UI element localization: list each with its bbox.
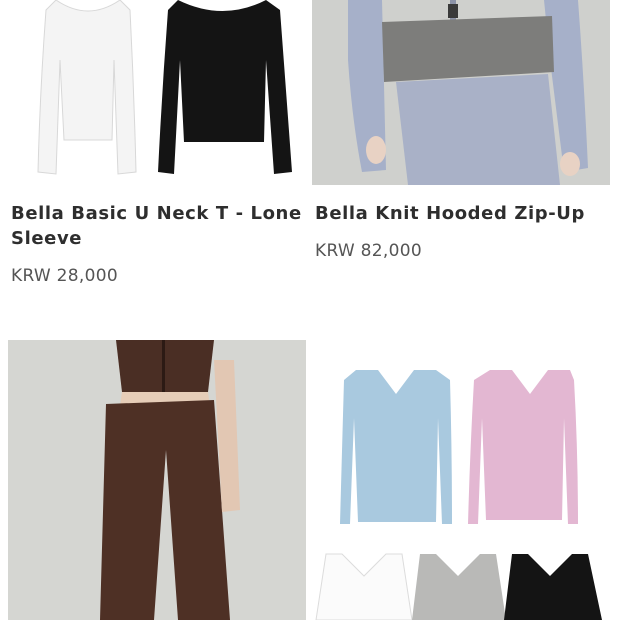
product-image-v-neck-knit-tops[interactable] [312, 340, 610, 620]
product-title[interactable]: Bella Basic U Neck T - Lone Sleeve [11, 201, 303, 251]
product-price: KRW 28,000 [11, 266, 118, 286]
product-image-basic-u-neck[interactable] [8, 0, 306, 185]
product-title[interactable]: Bella Knit Hooded Zip-Up [315, 201, 607, 226]
product-price: KRW 82,000 [315, 241, 422, 261]
product-image-brown-knit-set[interactable] [8, 340, 306, 620]
product-image-knit-hooded-zip-up[interactable] [312, 0, 610, 185]
